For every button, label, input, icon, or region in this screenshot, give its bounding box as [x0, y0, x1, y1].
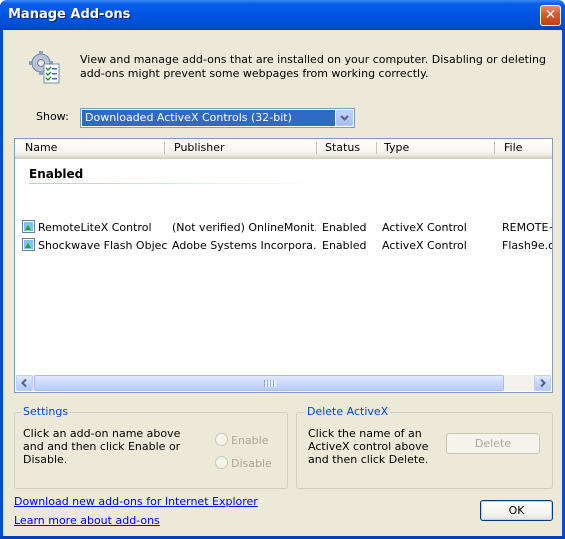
column-header-type[interactable]: Type — [384, 141, 409, 154]
show-dropdown-value: Downloaded ActiveX Controls (32-bit) — [82, 110, 335, 126]
settings-group: Settings Click an add-on name above and … — [14, 405, 288, 489]
gear-checklist-icon — [29, 51, 60, 84]
addon-status: Enabled — [322, 221, 367, 234]
description-text: View and manage add-ons that are install… — [80, 53, 546, 80]
delete-activex-title: Delete ActiveX — [305, 405, 391, 418]
group-header-enabled: Enabled — [29, 167, 84, 181]
chevron-right-icon — [540, 378, 546, 388]
manage-addons-window: Manage Add-ons ✕ View and manage add-ons… — [0, 0, 565, 539]
close-button[interactable]: ✕ — [540, 5, 561, 26]
delete-activex-instructions: Click the name of an ActiveX control abo… — [308, 427, 429, 466]
scroll-left-button[interactable] — [16, 375, 33, 391]
chevron-down-icon — [340, 115, 349, 121]
radio-circle-icon — [215, 433, 228, 446]
column-divider[interactable] — [316, 142, 317, 154]
addon-name: Shockwave Flash Object — [38, 239, 168, 252]
disable-radio[interactable]: Disable — [215, 456, 272, 470]
addon-name: RemoteLiteX Control — [38, 221, 152, 234]
addon-row[interactable]: RemoteLiteX Control (Not verified) Onlin… — [15, 219, 552, 236]
dialog-body: View and manage add-ons that are install… — [3, 30, 562, 536]
enable-radio-label: Enable — [231, 434, 269, 447]
column-header-publisher[interactable]: Publisher — [174, 141, 225, 154]
addon-status: Enabled — [322, 239, 367, 252]
scrollbar-grip — [264, 380, 276, 387]
show-label: Show: — [36, 110, 69, 123]
disable-radio-label: Disable — [231, 457, 272, 470]
show-dropdown[interactable]: Downloaded ActiveX Controls (32-bit) — [80, 108, 355, 128]
activex-icon — [22, 220, 35, 233]
column-header-file[interactable]: File — [504, 141, 522, 154]
column-divider[interactable] — [164, 142, 165, 154]
enable-radio[interactable]: Enable — [215, 433, 268, 447]
dropdown-arrow-button[interactable] — [336, 110, 353, 126]
horizontal-scrollbar[interactable] — [16, 375, 551, 391]
chevron-left-icon — [21, 378, 27, 388]
download-addons-link[interactable]: Download new add-ons for Internet Explor… — [14, 495, 258, 508]
addon-row[interactable]: Shockwave Flash Object Adobe Systems Inc… — [15, 237, 552, 254]
column-divider[interactable] — [494, 142, 495, 154]
addons-list[interactable]: Name Publisher Status Type File Enabled … — [14, 138, 553, 393]
title-bar[interactable]: Manage Add-ons ✕ — [0, 0, 565, 30]
settings-title: Settings — [21, 405, 71, 418]
column-header-status[interactable]: Status — [325, 141, 360, 154]
settings-instructions: Click an add-on name above and and then … — [23, 427, 181, 466]
addon-type: ActiveX Control — [382, 239, 467, 252]
addon-publisher: Adobe Systems Incorpora... — [172, 239, 316, 252]
delete-activex-group: Delete ActiveX Click the name of an Acti… — [296, 405, 553, 489]
scrollbar-thumb[interactable] — [34, 375, 504, 391]
close-icon: ✕ — [544, 7, 557, 23]
addon-file: Flash9e.oc — [502, 239, 552, 252]
column-header-name[interactable]: Name — [25, 141, 57, 154]
addon-type: ActiveX Control — [382, 221, 467, 234]
learn-more-link[interactable]: Learn more about add-ons — [14, 514, 160, 527]
column-divider[interactable] — [376, 142, 377, 154]
window-title: Manage Add-ons — [8, 7, 131, 22]
ok-button[interactable]: OK — [480, 500, 553, 521]
addon-publisher: (Not verified) OnlineMonit... — [172, 221, 316, 234]
scroll-right-button[interactable] — [534, 375, 551, 391]
addon-file: REMOTE~ — [502, 221, 552, 234]
group-divider — [29, 183, 317, 184]
activex-icon — [22, 238, 35, 251]
radio-circle-icon — [215, 456, 228, 469]
column-header-bar: Name Publisher Status Type File — [15, 139, 552, 159]
delete-button[interactable]: Delete — [446, 433, 540, 454]
